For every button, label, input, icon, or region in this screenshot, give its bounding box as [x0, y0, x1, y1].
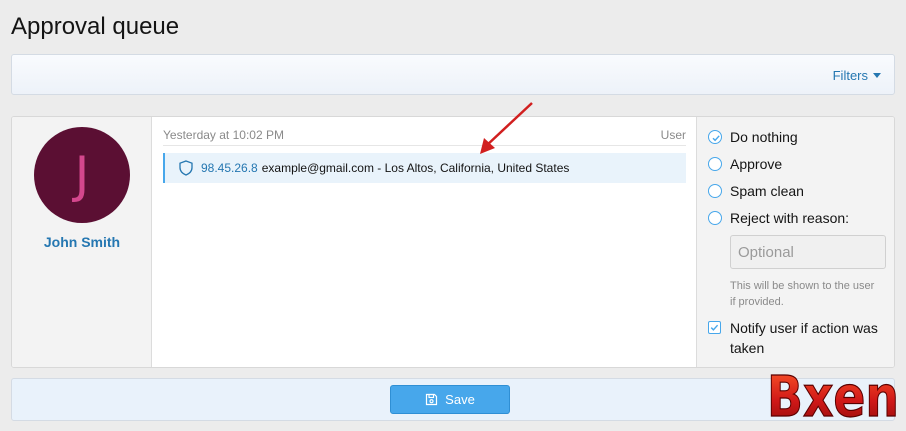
radio-reject[interactable] [708, 211, 722, 225]
option-do-nothing[interactable]: Do nothing [708, 129, 798, 145]
radio-spam-clean[interactable] [708, 184, 722, 198]
option-approve[interactable]: Approve [708, 156, 782, 172]
page-title: Approval queue [11, 13, 180, 40]
username-link[interactable]: John Smith [12, 234, 152, 250]
ip-details: example@gmail.com - Los Altos, Californi… [261, 161, 570, 175]
caret-down-icon [873, 73, 881, 78]
option-label: Do nothing [730, 129, 798, 145]
filter-bar: Filters [11, 54, 895, 95]
option-label: Reject with reason: [730, 210, 850, 226]
avatar[interactable]: J [34, 127, 130, 223]
user-column: J John Smith [12, 117, 152, 367]
arrow-annotation [480, 102, 533, 154]
shield-icon [179, 160, 193, 176]
ip-info-row: 98.45.26.8 example@gmail.com - Los Altos… [163, 153, 686, 183]
filters-button[interactable]: Filters [833, 68, 881, 83]
filters-label: Filters [832, 68, 868, 83]
option-spam-clean[interactable]: Spam clean [708, 183, 804, 199]
reject-reason-input[interactable] [730, 235, 886, 269]
save-icon [426, 393, 438, 406]
svg-text:Bxen: Bxen [767, 365, 899, 430]
queue-item: J John Smith Yesterday at 10:02 PM User … [11, 116, 895, 368]
radio-do-nothing[interactable] [708, 130, 722, 144]
avatar-initial: J [74, 146, 90, 204]
option-reject[interactable]: Reject with reason: [708, 210, 849, 226]
content-column: Yesterday at 10:02 PM User 98.45.26.8 ex… [153, 117, 696, 367]
check-icon [712, 135, 720, 142]
meta-row: Yesterday at 10:02 PM User [163, 127, 686, 146]
ip-address-link[interactable]: 98.45.26.8 [201, 161, 258, 175]
save-label: Save [445, 392, 475, 407]
watermark-logo: Bxen [766, 364, 899, 430]
option-label: Approve [730, 156, 783, 172]
timestamp: Yesterday at 10:02 PM [163, 128, 284, 142]
notify-checkbox[interactable] [708, 321, 721, 334]
radio-approve[interactable] [708, 157, 722, 171]
save-bar: Save [11, 378, 895, 421]
content-type-label: User [660, 128, 686, 142]
save-button[interactable]: Save [390, 385, 510, 414]
check-icon [710, 324, 719, 331]
option-label: Spam clean [730, 183, 804, 199]
